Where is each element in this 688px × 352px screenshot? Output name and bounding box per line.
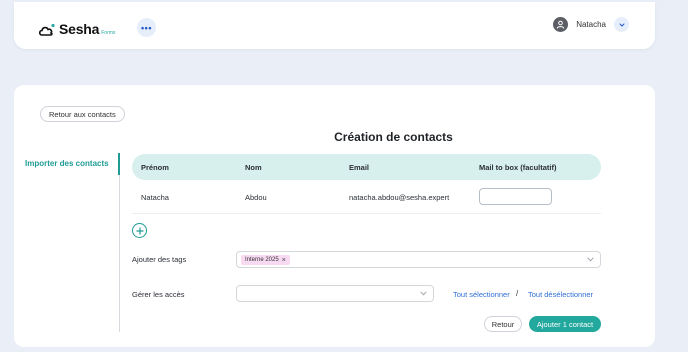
- more-menu-button[interactable]: •••: [137, 18, 156, 37]
- deselect-all-link[interactable]: Tout désélectionner: [528, 290, 593, 299]
- back-to-contacts-button[interactable]: Retour aux contacts: [40, 106, 125, 122]
- cloud-logo-icon: [38, 23, 56, 37]
- column-header-email: Email: [349, 163, 370, 172]
- table-row: Natacha Abdou natacha.abdou@sesha.expert: [132, 180, 601, 214]
- add-contact-button[interactable]: Ajouter 1 contact: [529, 316, 601, 332]
- logo-subtext: Forms: [101, 30, 116, 36]
- column-header-nom: Nom: [245, 163, 262, 172]
- tags-label: Ajouter des tags: [132, 255, 187, 264]
- page-title: Création de contacts: [334, 130, 453, 144]
- tag-chip-label: Interne 2025: [245, 257, 279, 263]
- tags-select[interactable]: Interne 2025 ×: [236, 251, 601, 268]
- cell-nom: Abdou: [245, 193, 267, 202]
- plus-circle-icon: [136, 227, 143, 234]
- sidebar-item-import-contacts[interactable]: Importer des contacts: [25, 159, 109, 168]
- sesha-logo[interactable]: Sesha Forms: [38, 17, 115, 37]
- chevron-down-icon: [420, 291, 427, 296]
- column-header-mail-to-box: Mail to box (facultatif): [479, 163, 557, 172]
- mail-to-box-input[interactable]: [479, 188, 552, 205]
- table-header: Prénom Nom Email Mail to box (facultatif…: [132, 154, 601, 180]
- tag-chip: Interne 2025 ×: [241, 255, 290, 265]
- user-menu[interactable]: Natacha: [553, 17, 629, 32]
- add-row-button[interactable]: [132, 223, 147, 238]
- chevron-down-icon: [618, 22, 625, 27]
- tag-remove-icon[interactable]: ×: [282, 257, 286, 264]
- access-select[interactable]: [236, 285, 434, 302]
- select-all-link[interactable]: Tout sélectionner: [453, 290, 510, 299]
- logo-text: Sesha: [59, 21, 100, 37]
- select-separator: /: [516, 289, 519, 298]
- retour-button[interactable]: Retour: [484, 316, 522, 332]
- cell-prenom: Natacha: [141, 193, 169, 202]
- sidebar-divider: [119, 153, 120, 332]
- top-header: Sesha Forms ••• Natacha: [14, 2, 655, 49]
- contact-creation-card: Retour aux contacts Création de contacts…: [14, 85, 655, 347]
- chevron-down-icon: [587, 257, 594, 262]
- user-avatar-icon: [553, 17, 569, 32]
- cell-email: natacha.abdou@sesha.expert: [349, 193, 450, 202]
- sidebar-active-indicator: [118, 153, 120, 175]
- column-header-prenom: Prénom: [141, 163, 169, 172]
- user-name: Natacha: [576, 20, 606, 29]
- access-label: Gérer les accès: [132, 290, 185, 299]
- more-dots-icon: •••: [141, 22, 152, 33]
- user-menu-chevron-button[interactable]: [614, 17, 629, 32]
